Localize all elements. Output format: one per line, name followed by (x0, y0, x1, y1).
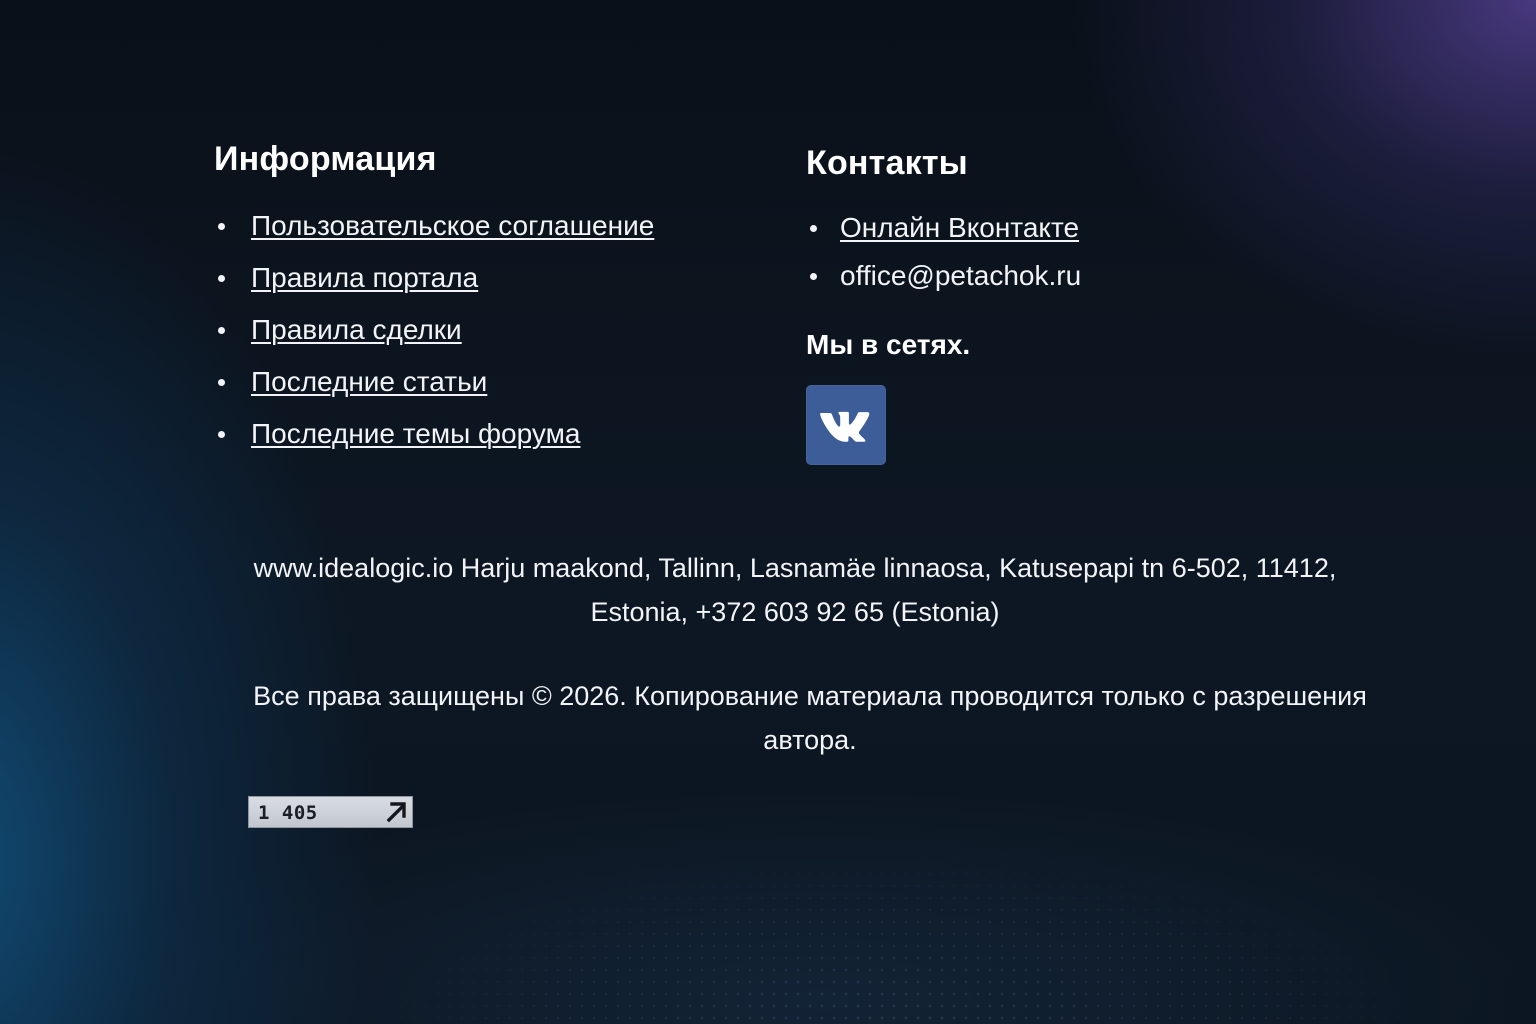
bullet-icon (218, 327, 225, 334)
social-heading: Мы в сетях. (806, 329, 971, 360)
background-dot-pattern (0, 820, 1536, 1024)
copyright-line-1: Все права защищены © 2026. Копирование м… (253, 681, 1367, 711)
list-item: Правила сделки (214, 313, 774, 365)
bullet-icon (218, 223, 225, 230)
list-item: Пользовательское соглашение (214, 209, 774, 261)
info-section: Информация Пользовательское соглашение П… (214, 140, 774, 469)
deal-rules-link[interactable]: Правила сделки (251, 314, 462, 345)
bullet-icon (810, 225, 817, 232)
info-heading: Информация (214, 140, 437, 178)
counter-value: 1 405 (258, 802, 318, 824)
list-item: Правила портала (214, 261, 774, 313)
bullet-icon (218, 431, 225, 438)
contact-email: office@petachok.ru (840, 260, 1082, 291)
bullet-icon (218, 275, 225, 282)
bullet-icon (810, 273, 817, 280)
latest-forum-topics-link[interactable]: Последние темы форума (251, 418, 580, 449)
list-item: office@petachok.ru (806, 259, 1366, 307)
contacts-section: Контакты Онлайн Вконтакте office@petacho… (806, 144, 1366, 465)
vk-logo-icon (820, 411, 870, 442)
copyright-notice: Все права защищены © 2026. Копирование м… (214, 674, 1406, 762)
arrow-up-right-icon (386, 802, 406, 823)
vk-social-button[interactable] (806, 385, 886, 465)
visitor-counter[interactable]: 1 405 (248, 796, 413, 828)
list-item: Последние статьи (214, 365, 774, 417)
address-line-1: www.idealogic.io Harju maakond, Tallinn,… (253, 553, 1337, 583)
copyright-line-2: автора. (763, 725, 857, 755)
info-links-list: Пользовательское соглашение Правила порт… (214, 209, 774, 469)
company-address: www.idealogic.io Harju maakond, Tallinn,… (214, 546, 1376, 634)
latest-articles-link[interactable]: Последние статьи (251, 366, 487, 397)
list-item: Последние темы форума (214, 417, 774, 469)
vk-online-link[interactable]: Онлайн Вконтакте (840, 212, 1079, 243)
user-agreement-link[interactable]: Пользовательское соглашение (251, 210, 654, 241)
list-item: Онлайн Вконтакте (806, 211, 1366, 259)
contacts-list: Онлайн Вконтакте office@petachok.ru (806, 211, 1366, 307)
portal-rules-link[interactable]: Правила портала (251, 262, 478, 293)
address-line-2: Estonia, +372 603 92 65 (Estonia) (590, 597, 1000, 627)
bullet-icon (218, 379, 225, 386)
contacts-heading: Контакты (806, 144, 968, 182)
